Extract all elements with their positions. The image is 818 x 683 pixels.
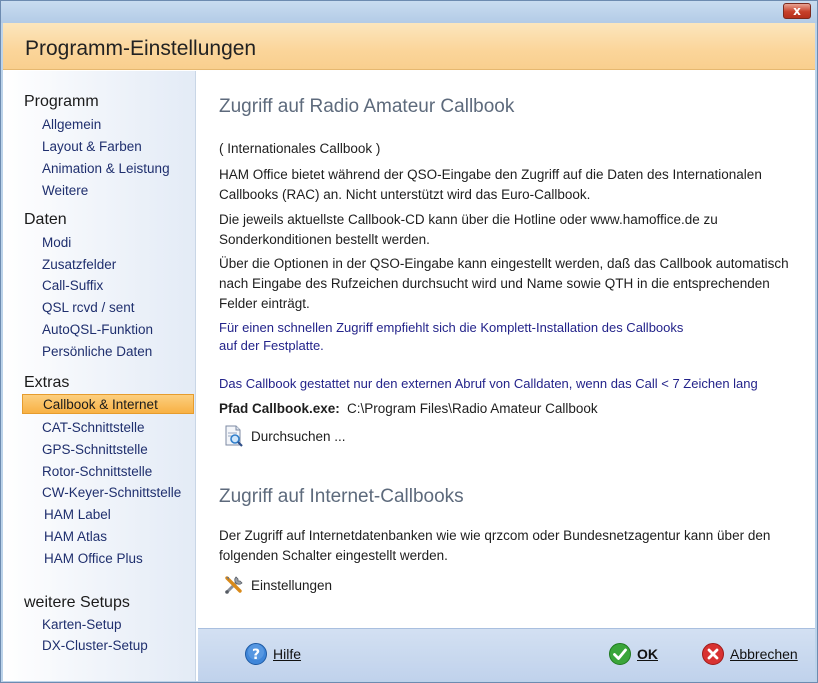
document-search-icon bbox=[225, 425, 243, 447]
help-button-label: Hilfe bbox=[273, 646, 302, 662]
sidebar-section-daten: Daten bbox=[24, 211, 67, 228]
sidebar-item-callbook-internet[interactable]: Callbook & Internet bbox=[22, 394, 194, 414]
sidebar-item-ham-office-plus[interactable]: HAM Office Plus bbox=[22, 549, 194, 569]
settings-content: Zugriff auf Radio Amateur Callbook ( Int… bbox=[198, 71, 815, 628]
callbook-path-label: Pfad Callbook.exe: bbox=[219, 401, 340, 416]
sidebar-item-animation-leistung[interactable]: Animation & Leistung bbox=[22, 159, 194, 179]
sidebar-item-zusatzfelder[interactable]: Zusatzfelder bbox=[22, 255, 194, 275]
settings-sidebar: Programm Allgemein Layout & Farben Anima… bbox=[3, 71, 196, 681]
dialog-header: Programm-Einstellungen bbox=[3, 23, 815, 70]
section-title-internet-callbooks: Zugriff auf Internet-Callbooks bbox=[219, 486, 464, 507]
dialog-footer: ? Hilfe OK Abbrechen bbox=[198, 628, 815, 681]
cancel-button[interactable]: Abbrechen bbox=[701, 642, 798, 666]
ok-button-label: OK bbox=[637, 646, 658, 662]
settings-button[interactable]: Einstellungen bbox=[223, 574, 332, 596]
sidebar-item-cw-keyer-schnittstelle[interactable]: CW-Keyer-Schnittstelle bbox=[22, 483, 194, 503]
title-bar[interactable]: x bbox=[1, 1, 817, 23]
sidebar-item-ham-atlas[interactable]: HAM Atlas bbox=[22, 527, 194, 547]
browse-button[interactable]: Durchsuchen ... bbox=[223, 425, 346, 447]
checkmark-icon bbox=[609, 643, 631, 665]
callbook-note-2: Das Callbook gestattet nur den externen … bbox=[219, 376, 758, 391]
callbook-paragraph-1: HAM Office bietet während der QSO-Eingab… bbox=[219, 167, 762, 202]
help-icon: ? bbox=[245, 643, 267, 665]
sidebar-section-programm: Programm bbox=[24, 93, 99, 110]
dialog-window: x Programm-Einstellungen Programm Allgem… bbox=[0, 0, 818, 683]
window-close-button[interactable]: x bbox=[783, 3, 811, 19]
dialog-client: Programm-Einstellungen Programm Allgemei… bbox=[3, 23, 815, 681]
callbook-paragraph-3: Über die Optionen in der QSO-Eingabe kan… bbox=[219, 256, 789, 311]
sidebar-section-extras: Extras bbox=[24, 374, 70, 391]
settings-button-label: Einstellungen bbox=[251, 577, 333, 593]
sidebar-section-weitere-setups: weitere Setups bbox=[24, 594, 130, 611]
sidebar-item-layout-farben[interactable]: Layout & Farben bbox=[22, 137, 194, 157]
callbook-paragraph-2: Die jeweils aktuellste Callbook-CD kann … bbox=[219, 212, 718, 247]
help-button[interactable]: ? Hilfe bbox=[244, 642, 301, 666]
cancel-button-label: Abbrechen bbox=[730, 646, 798, 662]
callbook-path-value: C:\Program Files\Radio Amateur Callbook bbox=[347, 401, 598, 416]
sidebar-item-qsl-rcvd-sent[interactable]: QSL rcvd / sent bbox=[22, 298, 194, 318]
sidebar-item-allgemein[interactable]: Allgemein bbox=[22, 115, 194, 135]
page-title: Programm-Einstellungen bbox=[25, 37, 257, 60]
sidebar-item-call-suffix[interactable]: Call-Suffix bbox=[22, 276, 194, 296]
sidebar-item-ham-label[interactable]: HAM Label bbox=[22, 505, 194, 525]
tools-icon bbox=[225, 576, 243, 594]
sidebar-item-karten-setup[interactable]: Karten-Setup bbox=[22, 615, 194, 635]
ok-button[interactable]: OK bbox=[608, 642, 658, 666]
sidebar-item-gps-schnittstelle[interactable]: GPS-Schnittstelle bbox=[22, 440, 194, 460]
sidebar-item-autoqsl[interactable]: AutoQSL-Funktion bbox=[22, 320, 194, 340]
sidebar-item-weitere[interactable]: Weitere bbox=[22, 181, 194, 201]
section-title-callbook: Zugriff auf Radio Amateur Callbook bbox=[219, 96, 515, 117]
cancel-x-icon bbox=[702, 643, 724, 665]
sidebar-item-persoenliche-daten[interactable]: Persönliche Daten bbox=[22, 342, 194, 362]
sidebar-item-modi[interactable]: Modi bbox=[22, 233, 194, 253]
sidebar-item-dx-cluster-setup[interactable]: DX-Cluster-Setup bbox=[22, 636, 194, 656]
callbook-note-1: Für einen schnellen Zugriff empfiehlt si… bbox=[219, 320, 684, 353]
internet-callbooks-paragraph: Der Zugriff auf Internetdatenbanken wie … bbox=[219, 528, 771, 563]
browse-button-label: Durchsuchen ... bbox=[251, 428, 346, 444]
sidebar-item-rotor-schnittstelle[interactable]: Rotor-Schnittstelle bbox=[22, 462, 194, 482]
sidebar-item-cat-schnittstelle[interactable]: CAT-Schnittstelle bbox=[22, 418, 194, 438]
callbook-subtitle: ( Internationales Callbook ) bbox=[219, 141, 381, 156]
svg-text:?: ? bbox=[252, 647, 260, 663]
